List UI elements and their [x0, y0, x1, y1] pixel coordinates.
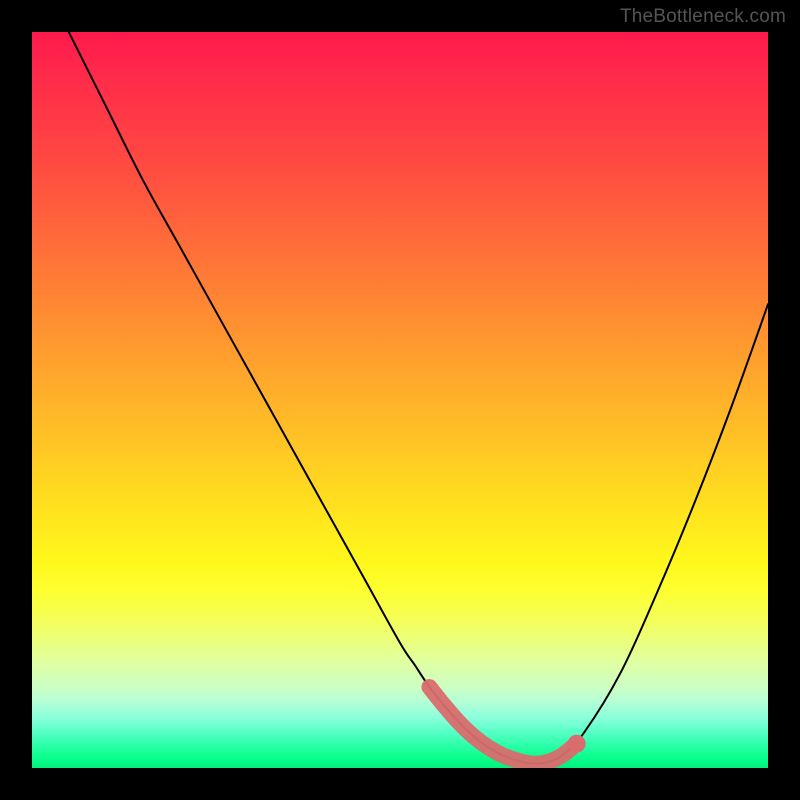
chart-svg [32, 32, 768, 768]
curve-line [69, 32, 768, 764]
plot-area [32, 32, 768, 768]
chart-frame: TheBottleneck.com [0, 0, 800, 800]
watermark-text: TheBottleneck.com [620, 6, 786, 28]
highlight-segment [429, 687, 576, 764]
highlight-end-dot [568, 735, 586, 753]
